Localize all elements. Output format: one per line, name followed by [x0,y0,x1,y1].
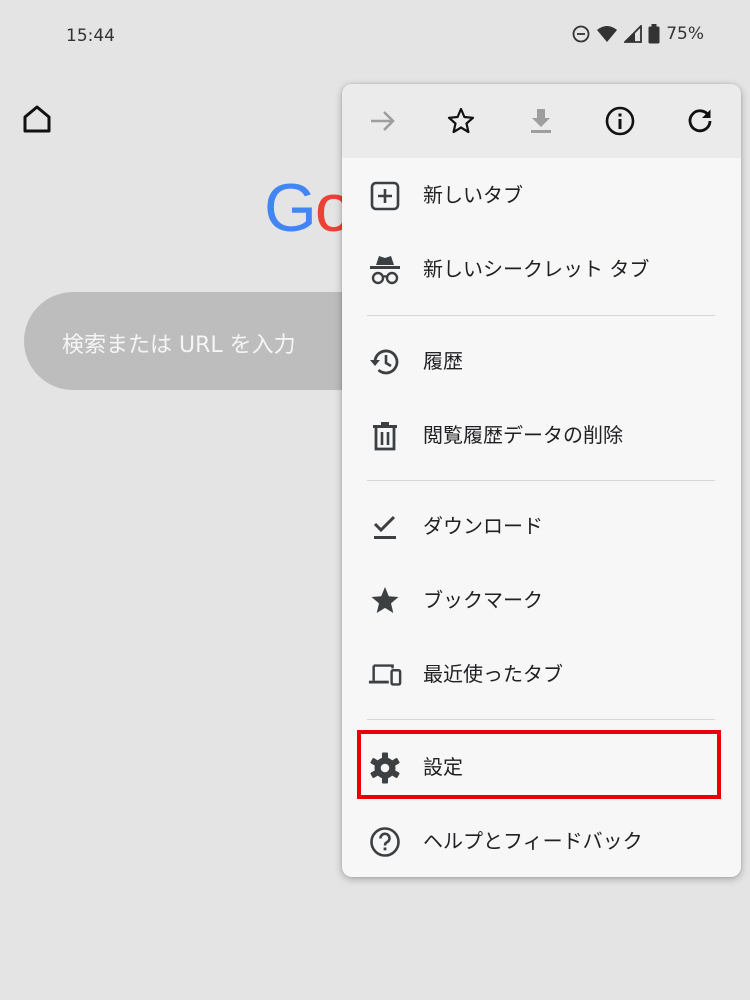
menu-divider [367,480,715,481]
status-time: 15:44 [66,26,115,46]
menu-item-clear-browsing-data[interactable]: 閲覧履歴データの削除 [342,398,741,472]
menu-item-new-tab[interactable]: 新しいタブ [342,158,741,232]
reload-icon [688,109,712,133]
menu-toolbar [342,84,741,158]
page-info-button[interactable] [601,102,639,140]
menu-item-label: 最近使ったタブ [423,662,563,686]
star-outline-icon [447,107,475,134]
add-box-icon [368,179,402,213]
overflow-menu: 新しいタブ 新しいシークレット タブ 履歴 閲覧履歴データの削除 ダウンロード … [342,84,741,877]
trash-icon [368,419,402,453]
menu-item-downloads[interactable]: ダウンロード [342,489,741,563]
wifi-icon [596,25,618,43]
menu-divider [367,315,715,316]
arrow-right-icon [371,111,395,131]
menu-item-label: 履歴 [423,349,463,373]
devices-icon [368,658,402,692]
battery-icon [648,24,660,44]
menu-item-recent-tabs[interactable]: 最近使ったタブ [342,637,741,711]
menu-divider [367,719,715,720]
cell-signal-icon [624,25,643,43]
menu-item-label: 設定 [423,755,463,779]
forward-button[interactable] [364,102,402,140]
gear-icon [368,751,402,785]
menu-item-label: 新しいタブ [423,183,523,207]
logo-letter: G [264,170,317,246]
menu-item-help-feedback[interactable]: ヘルプとフィードバック [342,804,741,877]
download-button[interactable] [522,102,560,140]
star-filled-icon [368,584,402,618]
reload-button[interactable] [681,102,719,140]
home-icon [23,105,51,133]
menu-item-history[interactable]: 履歴 [342,324,741,398]
history-icon [368,345,402,379]
incognito-icon [368,253,402,287]
search-placeholder: 検索または URL を入力 [62,333,296,358]
menu-item-label: 閲覧履歴データの削除 [423,423,623,447]
battery-percent: 75% [666,24,704,44]
menu-item-bookmarks[interactable]: ブックマーク [342,563,741,637]
menu-item-label: ヘルプとフィードバック [423,829,643,853]
menu-item-label: ダウンロード [423,514,543,538]
download-done-icon [368,510,402,544]
menu-item-label: 新しいシークレット タブ [423,257,650,281]
help-icon [368,825,402,859]
download-icon [531,109,551,133]
bookmark-button[interactable] [442,102,480,140]
menu-item-settings[interactable]: 設定 [342,730,741,804]
google-logo: Go [264,168,353,248]
screen: 15:44 75% Go 検索または URL を入力 新しいタブ 新しいシークレ… [0,0,750,1000]
menu-item-label: ブックマーク [423,588,543,612]
status-icons: 75% [572,24,704,44]
info-icon [605,106,635,136]
home-button[interactable] [20,102,54,136]
menu-item-incognito-tab[interactable]: 新しいシークレット タブ [342,232,741,306]
dnd-icon [572,25,590,43]
